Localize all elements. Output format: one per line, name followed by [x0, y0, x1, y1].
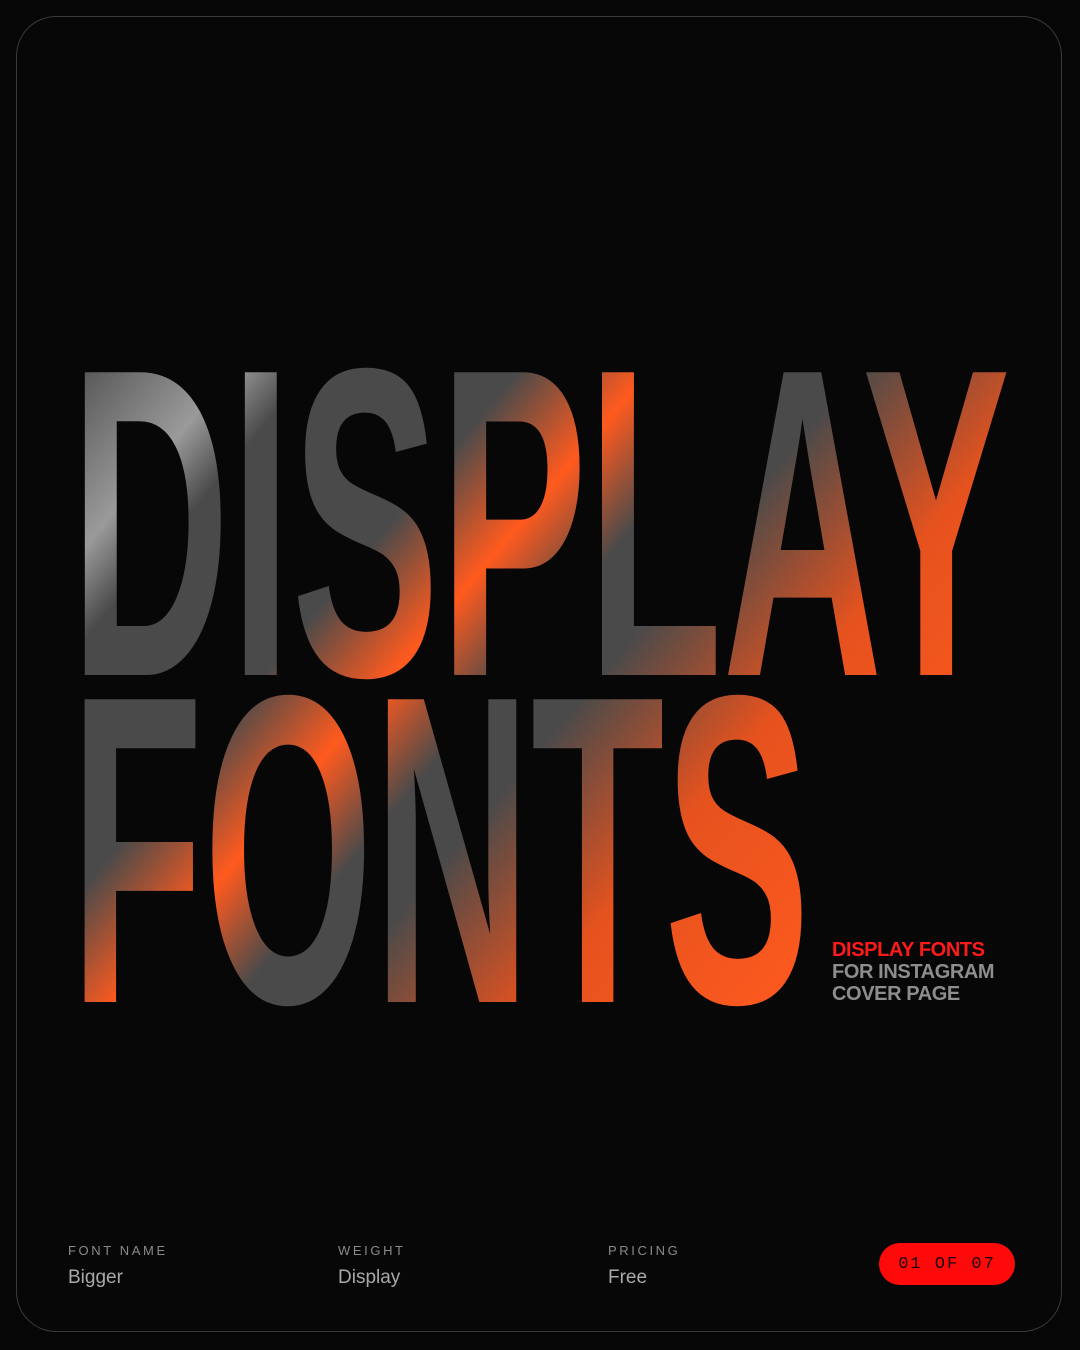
meta-pricing: PRICING Free [608, 1243, 680, 1289]
meta-weight: WEIGHT Display [338, 1243, 406, 1289]
subtitle-block: DISPLAY FONTS FOR INSTAGRAM COVER PAGE [832, 939, 995, 1005]
subtitle-line-2: FOR INSTAGRAM [832, 961, 995, 983]
subtitle-line-3: COVER PAGE [832, 983, 960, 1005]
page-indicator-badge: 01 OF 07 [879, 1243, 1015, 1285]
meta-value: Display [338, 1267, 401, 1288]
display-fonts-title: DISPLAY FONTS [70, 278, 1010, 1096]
meta-label: PRICING [608, 1243, 681, 1258]
meta-font-name: FONT NAME Bigger [68, 1243, 168, 1289]
meta-value: Bigger [68, 1267, 123, 1288]
meta-label: FONT NAME [68, 1243, 168, 1258]
subtitle-line-1: DISPLAY FONTS [832, 939, 985, 961]
meta-value: Free [608, 1267, 648, 1288]
page-indicator-text: 01 OF 07 [898, 1254, 996, 1274]
meta-label: WEIGHT [338, 1243, 406, 1258]
title-line-fonts: FONTS [70, 605, 810, 1096]
